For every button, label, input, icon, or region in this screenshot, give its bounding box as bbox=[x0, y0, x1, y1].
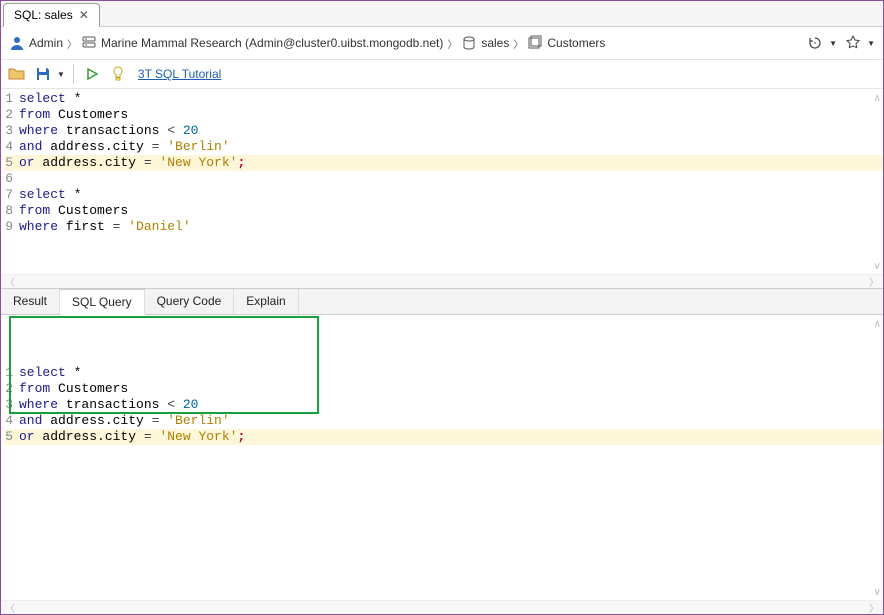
line-text: select * bbox=[19, 365, 883, 381]
results-tab-result[interactable]: Result bbox=[1, 289, 60, 314]
line-number: 3 bbox=[5, 123, 19, 139]
tab-bar: SQL: sales ✕ bbox=[1, 1, 883, 27]
user-icon bbox=[9, 35, 25, 51]
line-text: from Customers bbox=[19, 203, 883, 219]
results-tabs: ResultSQL QueryQuery CodeExplain bbox=[1, 289, 883, 315]
chevron-right-icon: 〉 bbox=[67, 36, 77, 51]
code-line[interactable]: 5or address.city = 'New York'; bbox=[5, 155, 883, 171]
breadcrumb-bar: Admin 〉 Marine Mammal Research (Admin@cl… bbox=[1, 27, 883, 60]
scroll-down-icon[interactable]: ∨ bbox=[874, 261, 881, 272]
line-text: or address.city = 'New York'; bbox=[19, 429, 883, 445]
line-text: or address.city = 'New York'; bbox=[19, 155, 883, 171]
results-tab-explain[interactable]: Explain bbox=[234, 289, 298, 314]
line-number: 3 bbox=[5, 397, 19, 413]
line-number: 9 bbox=[5, 219, 19, 235]
tab-sql-sales[interactable]: SQL: sales ✕ bbox=[3, 3, 100, 27]
results-tab-sql-query[interactable]: SQL Query bbox=[60, 289, 145, 315]
hint-icon[interactable] bbox=[108, 64, 128, 84]
scroll-up-icon[interactable]: ∧ bbox=[874, 319, 881, 330]
code-line[interactable]: 8from Customers bbox=[5, 203, 883, 219]
line-number: 1 bbox=[5, 91, 19, 107]
line-number: 6 bbox=[5, 171, 19, 187]
line-text: select * bbox=[19, 91, 883, 107]
code-line[interactable]: 5or address.city = 'New York'; bbox=[5, 429, 883, 445]
line-text: select * bbox=[19, 187, 883, 203]
code-line[interactable]: 2from Customers bbox=[5, 381, 883, 397]
results-sql-query[interactable]: 1select *2from Customers3where transacti… bbox=[1, 315, 883, 600]
line-text: and address.city = 'Berlin' bbox=[19, 139, 883, 155]
code-line[interactable]: 1select * bbox=[5, 365, 883, 381]
code-line[interactable]: 6 bbox=[5, 171, 883, 187]
right-actions: ▼ ▼ bbox=[805, 33, 875, 53]
code-line[interactable]: 7select * bbox=[5, 187, 883, 203]
line-number: 5 bbox=[5, 429, 19, 445]
line-text: where first = 'Daniel' bbox=[19, 219, 883, 235]
sql-editor[interactable]: 1select *2from Customers3where transacti… bbox=[1, 89, 883, 289]
line-text: where transactions < 20 bbox=[19, 397, 883, 413]
line-text: from Customers bbox=[19, 107, 883, 123]
line-text: and address.city = 'Berlin' bbox=[19, 413, 883, 429]
code-line[interactable]: 4and address.city = 'Berlin' bbox=[5, 413, 883, 429]
line-number: 8 bbox=[5, 203, 19, 219]
collection-icon bbox=[527, 35, 543, 51]
divider bbox=[73, 64, 74, 84]
save-icon[interactable] bbox=[33, 64, 53, 84]
breadcrumb-user[interactable]: Admin bbox=[29, 36, 63, 50]
hscrollbar[interactable]: 〈〉 bbox=[1, 600, 883, 614]
chevron-right-icon: 〉 bbox=[447, 36, 457, 51]
hscrollbar[interactable]: 〈〉 bbox=[1, 274, 883, 288]
history-icon[interactable] bbox=[805, 33, 825, 53]
line-number: 4 bbox=[5, 413, 19, 429]
star-icon[interactable] bbox=[843, 33, 863, 53]
code-line[interactable]: 3where transactions < 20 bbox=[5, 123, 883, 139]
line-number: 5 bbox=[5, 155, 19, 171]
code-line[interactable]: 2from Customers bbox=[5, 107, 883, 123]
line-number: 4 bbox=[5, 139, 19, 155]
code-line[interactable]: 3where transactions < 20 bbox=[5, 397, 883, 413]
line-text: from Customers bbox=[19, 381, 883, 397]
database-icon bbox=[461, 35, 477, 51]
chevron-down-icon[interactable]: ▼ bbox=[829, 39, 837, 48]
toolbar: ▼ 3T SQL Tutorial bbox=[1, 60, 883, 89]
server-icon bbox=[81, 35, 97, 51]
chevron-down-icon[interactable]: ▼ bbox=[867, 39, 875, 48]
close-tab-icon[interactable]: ✕ bbox=[79, 8, 89, 22]
chevron-right-icon: 〉 bbox=[513, 36, 523, 51]
line-number: 2 bbox=[5, 381, 19, 397]
code-line[interactable]: 4and address.city = 'Berlin' bbox=[5, 139, 883, 155]
scroll-down-icon[interactable]: ∨ bbox=[874, 587, 881, 598]
code-line[interactable]: 9where first = 'Daniel' bbox=[5, 219, 883, 235]
line-text: where transactions < 20 bbox=[19, 123, 883, 139]
open-icon[interactable] bbox=[7, 64, 27, 84]
line-number: 7 bbox=[5, 187, 19, 203]
line-number: 1 bbox=[5, 365, 19, 381]
run-icon[interactable] bbox=[82, 64, 102, 84]
breadcrumb-collection[interactable]: Customers bbox=[547, 36, 605, 50]
tab-title: SQL: sales bbox=[14, 8, 73, 22]
results-panel: 1select *2from Customers3where transacti… bbox=[1, 315, 883, 614]
chevron-down-icon[interactable]: ▼ bbox=[57, 70, 65, 79]
tutorial-link[interactable]: 3T SQL Tutorial bbox=[138, 67, 221, 81]
scroll-up-icon[interactable]: ∧ bbox=[874, 93, 881, 104]
code-line[interactable]: 1select * bbox=[5, 91, 883, 107]
breadcrumb: Admin 〉 Marine Mammal Research (Admin@cl… bbox=[9, 35, 799, 51]
breadcrumb-database[interactable]: sales bbox=[481, 36, 509, 50]
results-tab-query-code[interactable]: Query Code bbox=[145, 289, 235, 314]
line-text bbox=[19, 171, 883, 187]
breadcrumb-connection[interactable]: Marine Mammal Research (Admin@cluster0.u… bbox=[101, 36, 443, 50]
line-number: 2 bbox=[5, 107, 19, 123]
